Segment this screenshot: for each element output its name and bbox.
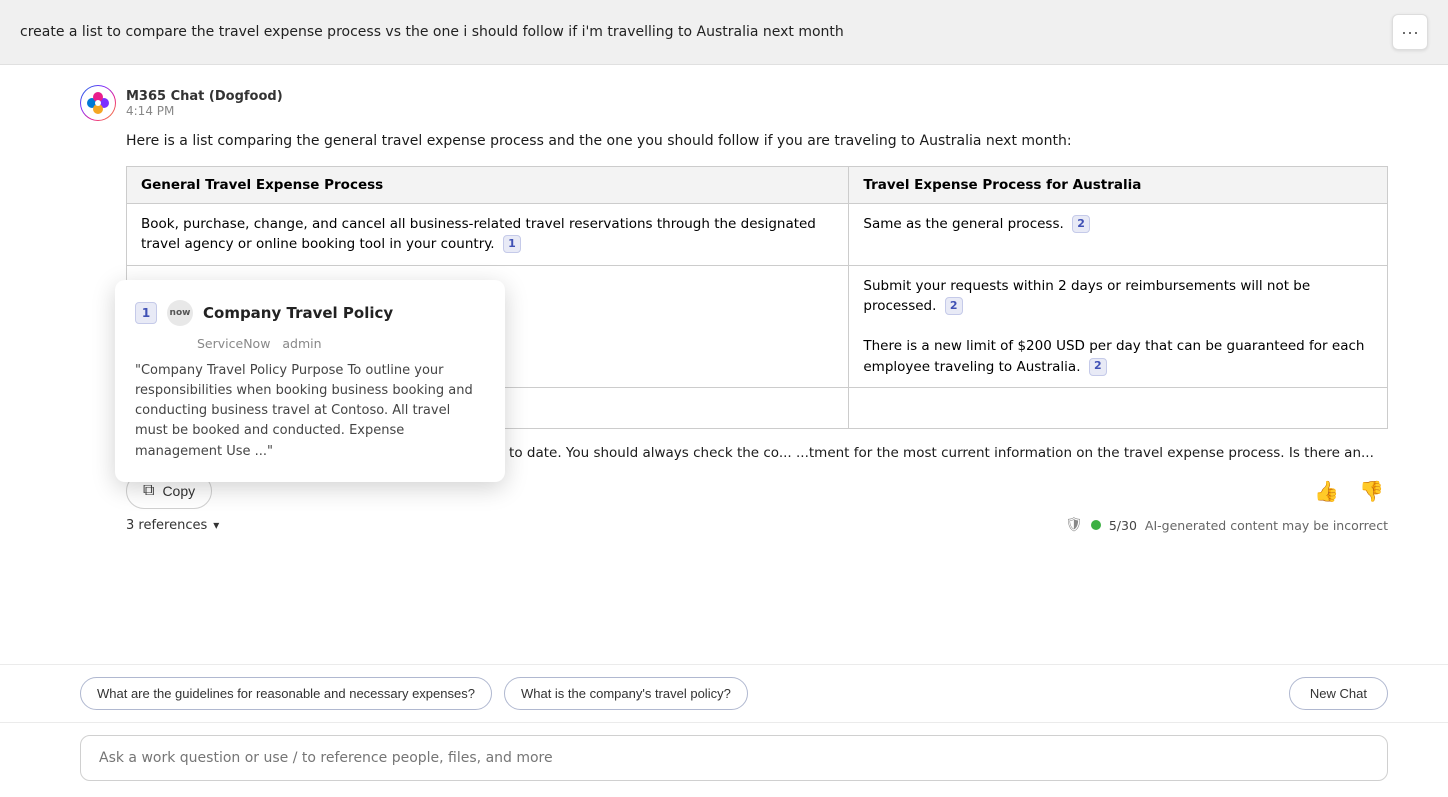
- table-header-col2: Travel Expense Process for Australia: [849, 167, 1388, 204]
- ai-sender-name: M365 Chat (Dogfood): [126, 89, 283, 104]
- tooltip-ref-number: 1: [135, 302, 157, 324]
- ref-badge: 1: [503, 235, 521, 253]
- references-label: 3 references: [126, 518, 207, 533]
- ref-badge: 2: [1089, 358, 1107, 376]
- suggested-prompts-bar: What are the guidelines for reasonable a…: [0, 664, 1448, 722]
- user-message-text: create a list to compare the travel expe…: [20, 24, 1380, 40]
- thumbs-down-icon: 👎: [1359, 481, 1384, 503]
- copy-icon: ⧉: [143, 482, 154, 500]
- references-right: 🛡 5/30 AI-generated content may be incor…: [1065, 517, 1388, 533]
- token-count: 5/30: [1109, 518, 1137, 533]
- user-message-bar: create a list to compare the travel expe…: [0, 0, 1448, 65]
- tooltip-source: ServiceNow: [197, 336, 270, 351]
- more-options-button[interactable]: ···: [1392, 14, 1428, 50]
- ai-meta: M365 Chat (Dogfood) 4:14 PM: [126, 89, 283, 118]
- new-chat-button[interactable]: New Chat: [1289, 677, 1388, 710]
- chat-input[interactable]: [80, 735, 1388, 781]
- tooltip-meta: ServiceNow admin: [135, 336, 485, 351]
- tooltip-excerpt: "Company Travel Policy Purpose To outlin…: [135, 361, 485, 462]
- ai-intro-text: Here is a list comparing the general tra…: [126, 131, 1388, 152]
- table-header-col1: General Travel Expense Process: [127, 167, 849, 204]
- tooltip-source-icon: now: [167, 300, 193, 326]
- table-cell: Book, purchase, change, and cancel all b…: [127, 204, 849, 266]
- tooltip-popup: 1 now Company Travel Policy ServiceNow a…: [115, 280, 505, 482]
- suggested-prompt-2[interactable]: What is the company's travel policy?: [504, 677, 748, 710]
- more-options-icon: ···: [1401, 22, 1419, 43]
- copy-label: Copy: [162, 483, 195, 499]
- thumbs-up-icon: 👍: [1314, 481, 1339, 503]
- table-cell: [849, 387, 1388, 428]
- table-cell: Same as the general process. 2: [849, 204, 1388, 266]
- input-bar: [0, 722, 1448, 797]
- ai-message-header: M365 Chat (Dogfood) 4:14 PM: [80, 85, 1388, 121]
- table-cell: Submit your requests within 2 days or re…: [849, 265, 1388, 387]
- ai-timestamp: 4:14 PM: [126, 104, 283, 118]
- tooltip-header: 1 now Company Travel Policy: [135, 300, 485, 326]
- feedback-icons: 👍 👎: [1310, 475, 1388, 508]
- tooltip-title: Company Travel Policy: [203, 304, 393, 322]
- green-dot-indicator: [1091, 520, 1101, 530]
- table-row: Book, purchase, change, and cancel all b…: [127, 204, 1388, 266]
- ai-disclaimer-text: AI-generated content may be incorrect: [1145, 518, 1388, 533]
- avatar-inner: [81, 86, 115, 120]
- main-container: create a list to compare the travel expe…: [0, 0, 1448, 797]
- thumbs-down-button[interactable]: 👎: [1355, 475, 1388, 508]
- chevron-down-icon: ▾: [213, 518, 219, 532]
- suggested-prompt-1[interactable]: What are the guidelines for reasonable a…: [80, 677, 492, 710]
- avatar: [80, 85, 116, 121]
- references-toggle[interactable]: 3 references ▾: [126, 518, 219, 533]
- copilot-logo-icon: [86, 91, 110, 115]
- references-bar: 3 references ▾ 🛡 5/30 AI-generated conte…: [126, 517, 1388, 533]
- ref-badge: 2: [1072, 215, 1090, 233]
- tooltip-author: admin: [282, 336, 321, 351]
- shield-icon: 🛡: [1065, 517, 1083, 533]
- ref-badge: 2: [945, 297, 963, 315]
- thumbs-up-button[interactable]: 👍: [1310, 475, 1343, 508]
